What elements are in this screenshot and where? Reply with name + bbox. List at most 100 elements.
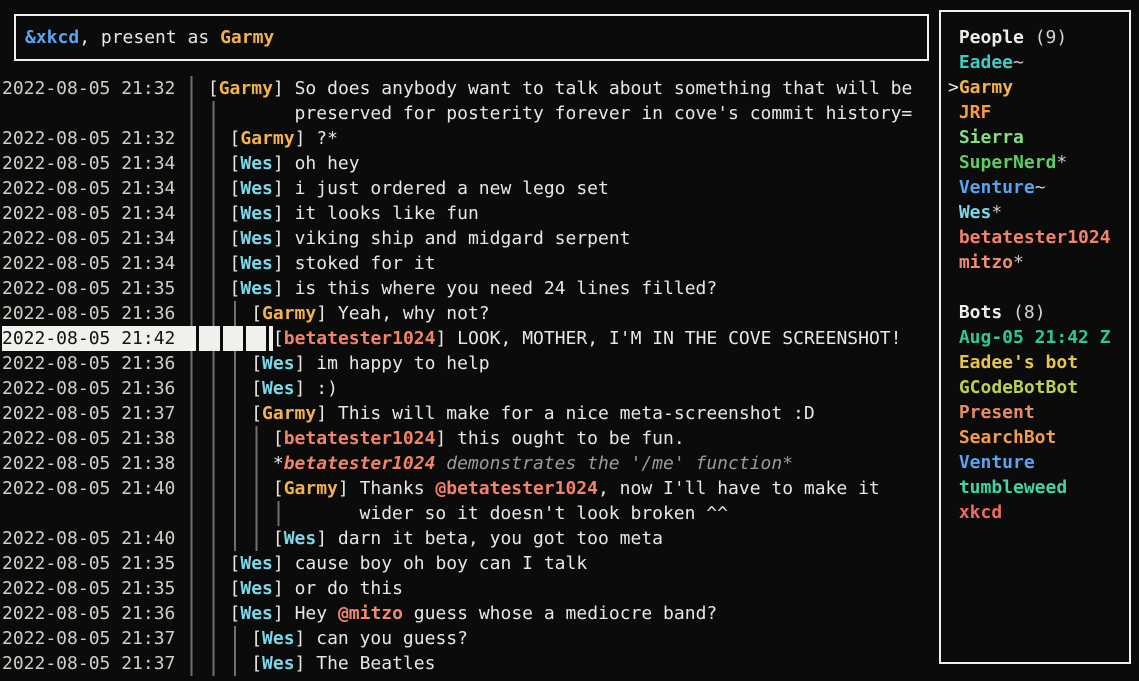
- bots-title: Bots: [959, 300, 1002, 325]
- person-list-item[interactable]: Venture~: [948, 175, 1129, 200]
- message-text: [Wes] Hey @mitzo guess whose a mediocre …: [230, 601, 718, 626]
- chat-row[interactable]: 2022-08-05 21:37[Wes] The Beatles: [2, 651, 937, 676]
- people-list: Eadee~>GarmyJRFSierraSuperNerd*Venture~W…: [948, 50, 1129, 275]
- bot-list-item[interactable]: Aug-05 21:42 Z: [948, 325, 1129, 350]
- bracket: [: [273, 528, 284, 549]
- person-list-item[interactable]: JRF: [948, 100, 1129, 125]
- chat-row-continuation[interactable]: preserved for posterity forever in cove'…: [2, 101, 937, 126]
- gap: [219, 601, 230, 626]
- status-suffix: *: [1013, 250, 1024, 275]
- chat-row[interactable]: 2022-08-05 21:34[Wes] it looks like fun: [2, 201, 937, 226]
- gap: [175, 176, 186, 201]
- bot-list-item[interactable]: Present: [948, 400, 1129, 425]
- chat-row[interactable]: 2022-08-05 21:35[Wes] cause boy oh boy c…: [2, 551, 937, 576]
- status-suffix: *: [1056, 150, 1067, 175]
- separator-bar: [186, 451, 197, 476]
- person-list-item[interactable]: Eadee~: [948, 50, 1129, 75]
- separator-bar: [186, 651, 197, 676]
- person-name: Garmy: [959, 75, 1013, 100]
- gap: [197, 226, 208, 251]
- bot-name: Venture: [959, 450, 1035, 475]
- person-list-item[interactable]: betatester1024: [948, 225, 1129, 250]
- message-text: [Wes] or do this: [230, 576, 403, 601]
- gap: [197, 76, 208, 101]
- thread-bar: [208, 101, 219, 126]
- thread-bar: [208, 551, 219, 576]
- person-list-item[interactable]: mitzo*: [948, 250, 1129, 275]
- gap: [262, 526, 273, 551]
- nick: Garmy: [240, 128, 294, 149]
- gap: [240, 301, 251, 326]
- chat-app: &xkcd, present as Garmy 2022-08-05 21:32…: [0, 0, 1139, 681]
- chat-row[interactable]: 2022-08-05 21:32[Garmy] ?*: [2, 126, 937, 151]
- chat-row[interactable]: 2022-08-05 21:40[Wes] darn it beta, you …: [2, 526, 937, 551]
- message-text: [Wes] oh hey: [230, 151, 360, 176]
- timestamp: 2022-08-05 21:34: [2, 251, 175, 276]
- chat-row[interactable]: 2022-08-05 21:32[Garmy] So does anybody …: [2, 76, 937, 101]
- chat-row[interactable]: 2022-08-05 21:35[Wes] is this where you …: [2, 276, 937, 301]
- message-body: stoked for it: [295, 253, 436, 274]
- timestamp: 2022-08-05 21:35: [2, 551, 175, 576]
- bot-list-item[interactable]: SearchBot: [948, 425, 1129, 450]
- status-suffix: ~: [1035, 175, 1046, 200]
- gap: [240, 501, 251, 526]
- separator-bar: [186, 276, 197, 301]
- bracket: [: [230, 128, 241, 149]
- list-prefix: [948, 300, 959, 325]
- current-user-marker: [948, 500, 959, 525]
- bot-list-item[interactable]: Venture: [948, 450, 1129, 475]
- chat-row[interactable]: 2022-08-05 21:37[Wes] can you guess?: [2, 626, 937, 651]
- message-body: This will make for a nice meta-screensho…: [338, 403, 815, 424]
- timestamp: 2022-08-05 21:42: [2, 326, 175, 351]
- person-list-item[interactable]: SuperNerd*: [948, 150, 1129, 175]
- person-list-item[interactable]: Sierra: [948, 125, 1129, 150]
- person-list-item[interactable]: >Garmy: [948, 75, 1129, 100]
- chat-row[interactable]: 2022-08-05 21:34[Wes] stoked for it: [2, 251, 937, 276]
- bot-list-item[interactable]: Eadee's bot: [948, 350, 1129, 375]
- separator-bar: [186, 626, 197, 651]
- highlight-thread-bars: [175, 326, 273, 351]
- person-list-item[interactable]: Wes*: [948, 200, 1129, 225]
- bot-name: Eadee's bot: [959, 350, 1078, 375]
- current-user-marker: [948, 125, 959, 150]
- gap: [262, 426, 273, 451]
- gap: [197, 376, 208, 401]
- chat-row[interactable]: 2022-08-05 21:34[Wes] oh hey: [2, 151, 937, 176]
- message-body: So does anybody want to talk about somet…: [295, 78, 913, 99]
- chat-row[interactable]: 2022-08-05 21:38*betatester1024 demonstr…: [2, 451, 937, 476]
- chat-row[interactable]: 2022-08-05 21:36[Wes] im happy to help: [2, 351, 937, 376]
- current-user-marker: [948, 100, 959, 125]
- separator-bar: [186, 476, 197, 501]
- chat-row[interactable]: 2022-08-05 21:37[Garmy] This will make f…: [2, 401, 937, 426]
- chat-row[interactable]: 2022-08-05 21:40[Garmy] Thanks @betatest…: [2, 476, 937, 501]
- message-body: Thanks: [360, 478, 436, 499]
- bot-list-item[interactable]: xkcd: [948, 500, 1129, 525]
- gap: [197, 176, 208, 201]
- gap: [197, 251, 208, 276]
- chat-row[interactable]: 2022-08-05 21:42[betatester1024] LOOK, M…: [2, 326, 937, 351]
- message-body: :): [316, 378, 338, 399]
- chat-row[interactable]: 2022-08-05 21:38[betatester1024] this ou…: [2, 426, 937, 451]
- timestamp: 2022-08-05 21:40: [2, 476, 175, 501]
- message-body: can you guess?: [316, 628, 468, 649]
- bracket: [: [251, 303, 262, 324]
- message-text: [Wes] i just ordered a new lego set: [230, 176, 609, 201]
- bot-list-item[interactable]: GCodeBotBot: [948, 375, 1129, 400]
- thread-bar: [208, 601, 219, 626]
- chat-row[interactable]: 2022-08-05 21:35[Wes] or do this: [2, 576, 937, 601]
- gap: [175, 151, 186, 176]
- chat-row[interactable]: 2022-08-05 21:34[Wes] i just ordered a n…: [2, 176, 937, 201]
- message-text: [Garmy] Yeah, why not?: [251, 301, 489, 326]
- thread-bar: [208, 376, 219, 401]
- chat-row[interactable]: 2022-08-05 21:36[Garmy] Yeah, why not?: [2, 301, 937, 326]
- gap: [219, 451, 230, 476]
- timestamp: 2022-08-05 21:35: [2, 276, 175, 301]
- nick: Wes: [240, 278, 273, 299]
- current-user-marker: [948, 400, 959, 425]
- chat-row[interactable]: 2022-08-05 21:36[Wes] Hey @mitzo guess w…: [2, 601, 937, 626]
- bot-list-item[interactable]: tumbleweed: [948, 475, 1129, 500]
- gap: [219, 426, 230, 451]
- chat-row[interactable]: 2022-08-05 21:36[Wes] :): [2, 376, 937, 401]
- chat-row-continuation[interactable]: wider so it doesn't look broken ^^: [2, 501, 937, 526]
- chat-row[interactable]: 2022-08-05 21:34[Wes] viking ship and mi…: [2, 226, 937, 251]
